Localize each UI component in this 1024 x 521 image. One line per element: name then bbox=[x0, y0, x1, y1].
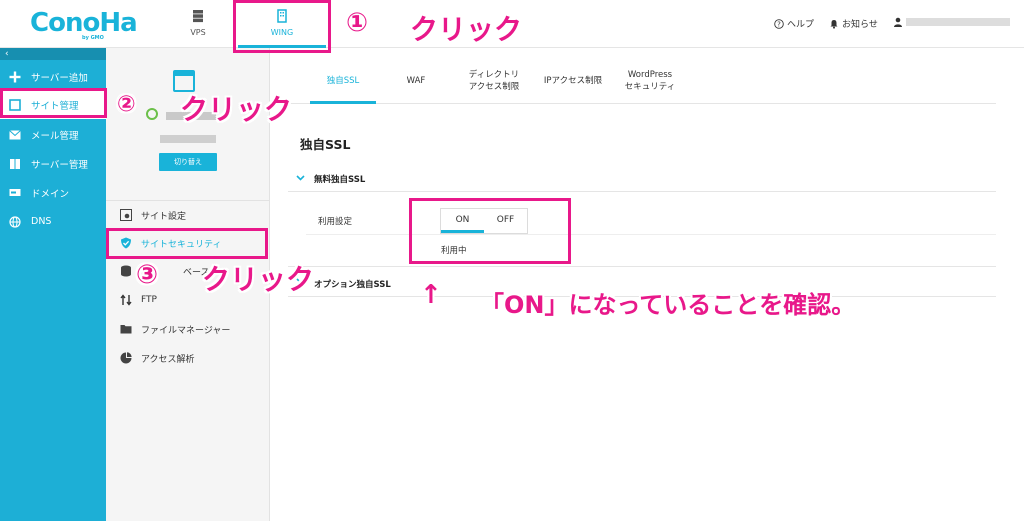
menu-item-file-manager[interactable]: ファイルマネージャー bbox=[119, 321, 230, 337]
logo-text: ConoHa bbox=[30, 8, 138, 38]
main-sidebar: ‹ サーバー追加 サイト管理 メール管理 サーバー管理 ドメイン DNS bbox=[0, 48, 106, 521]
menu-item-label: FTP bbox=[141, 295, 157, 305]
sidebar-item-label: サーバー追加 bbox=[31, 72, 88, 84]
step3-number: ③ bbox=[136, 260, 159, 290]
logo-sub: by GMO bbox=[82, 35, 104, 41]
confirm-on-instruction: 「ON」になっていることを確認。 bbox=[480, 291, 856, 319]
sidebar-item-label: メール管理 bbox=[31, 130, 79, 142]
database-icon bbox=[119, 265, 133, 277]
sidebar-item-dns[interactable]: DNS bbox=[0, 207, 106, 236]
page-title: 独自SSL bbox=[300, 137, 351, 152]
status-divider bbox=[288, 241, 996, 267]
menu-item-ftp[interactable]: FTP bbox=[119, 292, 157, 308]
step1-text: クリック bbox=[410, 13, 523, 46]
step3-text: クリック bbox=[202, 263, 315, 296]
option-ssl-label: オプション独自SSL bbox=[314, 279, 391, 290]
user-name-redacted bbox=[906, 18, 1010, 26]
highlight-site-security bbox=[106, 228, 268, 259]
step1-number: ① bbox=[346, 8, 369, 38]
tab-wordpress-security[interactable]: WordPress セキュリティ bbox=[618, 58, 682, 104]
sidebar-item-label: ドメイン bbox=[31, 188, 70, 200]
server-icon bbox=[9, 158, 21, 170]
help-label: ヘルプ bbox=[787, 20, 815, 30]
sidebar-item-add-server[interactable]: サーバー追加 bbox=[0, 62, 106, 91]
menu-item-access-analytics[interactable]: アクセス解析 bbox=[119, 350, 195, 366]
pie-chart-icon bbox=[119, 352, 133, 364]
sidebar-item-mail-management[interactable]: メール管理 bbox=[0, 120, 106, 149]
tab-ip-access[interactable]: IPアクセス制限 bbox=[538, 58, 608, 104]
free-ssl-section[interactable]: 無料独自SSL bbox=[288, 166, 996, 192]
menu-item-database[interactable]: ベース bbox=[119, 263, 210, 279]
highlight-site-management bbox=[0, 88, 107, 118]
svg-text:?: ? bbox=[777, 20, 781, 28]
domain-icon bbox=[9, 187, 21, 199]
chevron-down-icon bbox=[296, 174, 308, 184]
site-domain-redacted bbox=[160, 135, 216, 143]
user-menu[interactable] bbox=[893, 17, 1010, 27]
arrow-up-icon: ↑ bbox=[420, 280, 442, 310]
power-status-icon bbox=[146, 108, 158, 120]
highlight-ssl-toggle bbox=[409, 198, 571, 264]
step2-number: ② bbox=[117, 92, 136, 117]
transfer-icon bbox=[119, 294, 133, 306]
step2-text: クリック bbox=[180, 93, 293, 126]
server-stack-icon bbox=[193, 10, 203, 23]
tab-vps[interactable]: VPS bbox=[176, 0, 220, 48]
tab-wordpress-security-label: WordPress セキュリティ bbox=[624, 70, 676, 92]
user-icon bbox=[894, 17, 902, 27]
tab-ssl-indicator bbox=[310, 101, 376, 104]
help-icon: ? bbox=[774, 18, 784, 29]
tab-ssl-label: 独自SSL bbox=[326, 76, 360, 86]
sidebar-item-label: サーバー管理 bbox=[31, 159, 88, 171]
bell-icon bbox=[830, 19, 838, 29]
tab-waf-label: WAF bbox=[406, 76, 426, 86]
folder-icon bbox=[119, 323, 133, 335]
tab-ssl[interactable]: 独自SSL bbox=[310, 58, 376, 104]
settings-window-icon bbox=[119, 209, 133, 221]
menu-item-site-settings[interactable]: サイト設定 bbox=[119, 207, 186, 223]
highlight-wing-tab bbox=[233, 0, 331, 53]
help-link[interactable]: ? ヘルプ bbox=[774, 17, 814, 30]
tab-directory-access[interactable]: ディレクトリ アクセス制限 bbox=[458, 58, 530, 104]
tab-waf[interactable]: WAF bbox=[400, 58, 432, 104]
mail-icon bbox=[9, 129, 21, 141]
tab-ip-access-label: IPアクセス制限 bbox=[543, 76, 603, 86]
notice-link[interactable]: お知らせ bbox=[829, 17, 878, 30]
tab-directory-access-label: ディレクトリ アクセス制限 bbox=[468, 70, 520, 92]
menu-item-label: アクセス解析 bbox=[141, 354, 195, 365]
notice-label: お知らせ bbox=[842, 20, 878, 30]
free-ssl-label: 無料独自SSL bbox=[314, 174, 366, 185]
sidebar-item-domain[interactable]: ドメイン bbox=[0, 178, 106, 207]
tab-vps-label: VPS bbox=[190, 28, 206, 37]
menu-item-label: サイト設定 bbox=[141, 211, 187, 222]
sidebar-item-label: DNS bbox=[31, 216, 52, 227]
menu-item-label: ファイルマネージャー bbox=[141, 325, 231, 336]
panel-divider bbox=[106, 200, 270, 201]
sidebar-collapse-button[interactable]: ‹ bbox=[0, 48, 106, 60]
usage-setting-label: 利用設定 bbox=[318, 217, 353, 227]
globe-icon bbox=[9, 215, 21, 228]
sidebar-item-server-management[interactable]: サーバー管理 bbox=[0, 149, 106, 178]
plus-icon bbox=[9, 71, 21, 83]
security-tabs: 独自SSL WAF ディレクトリ アクセス制限 IPアクセス制限 WordPre… bbox=[290, 58, 996, 104]
conoha-logo[interactable]: ConoHa by GMO bbox=[30, 8, 138, 42]
switch-site-button[interactable]: 切り替え bbox=[159, 153, 217, 171]
